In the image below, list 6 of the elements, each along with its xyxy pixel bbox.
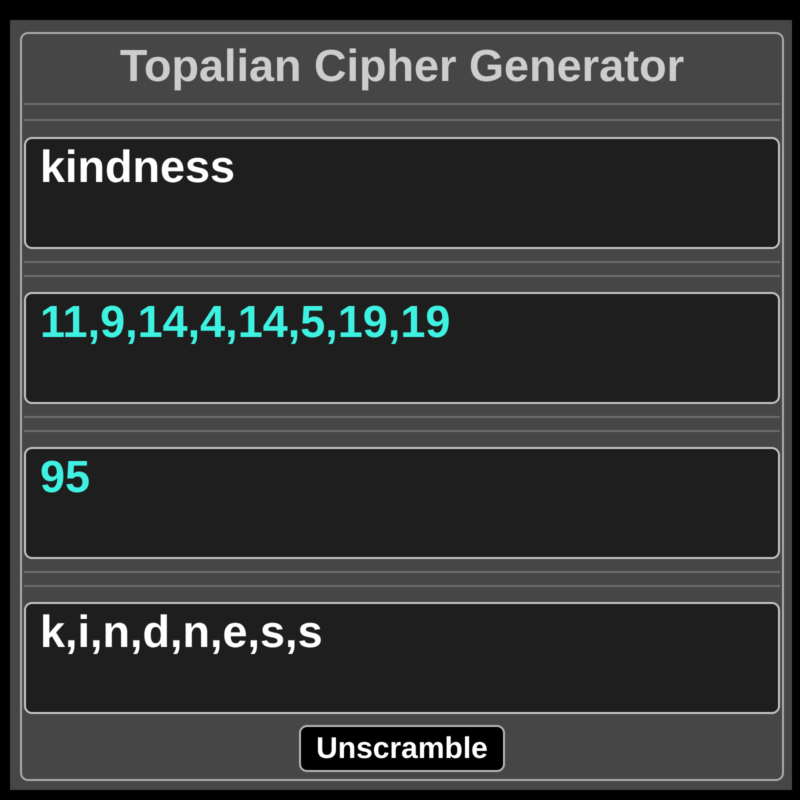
app-title: Topalian Cipher Generator: [120, 40, 684, 92]
text-area[interactable]: kindness: [24, 137, 780, 249]
text-area[interactable]: 11,9,14,4,14,5,19,19: [24, 292, 780, 404]
text-area[interactable]: k,i,n,d,n,e,s,s: [24, 602, 780, 714]
text-area[interactable]: 95: [24, 447, 780, 559]
unscramble-button[interactable]: Unscramble: [299, 725, 505, 772]
